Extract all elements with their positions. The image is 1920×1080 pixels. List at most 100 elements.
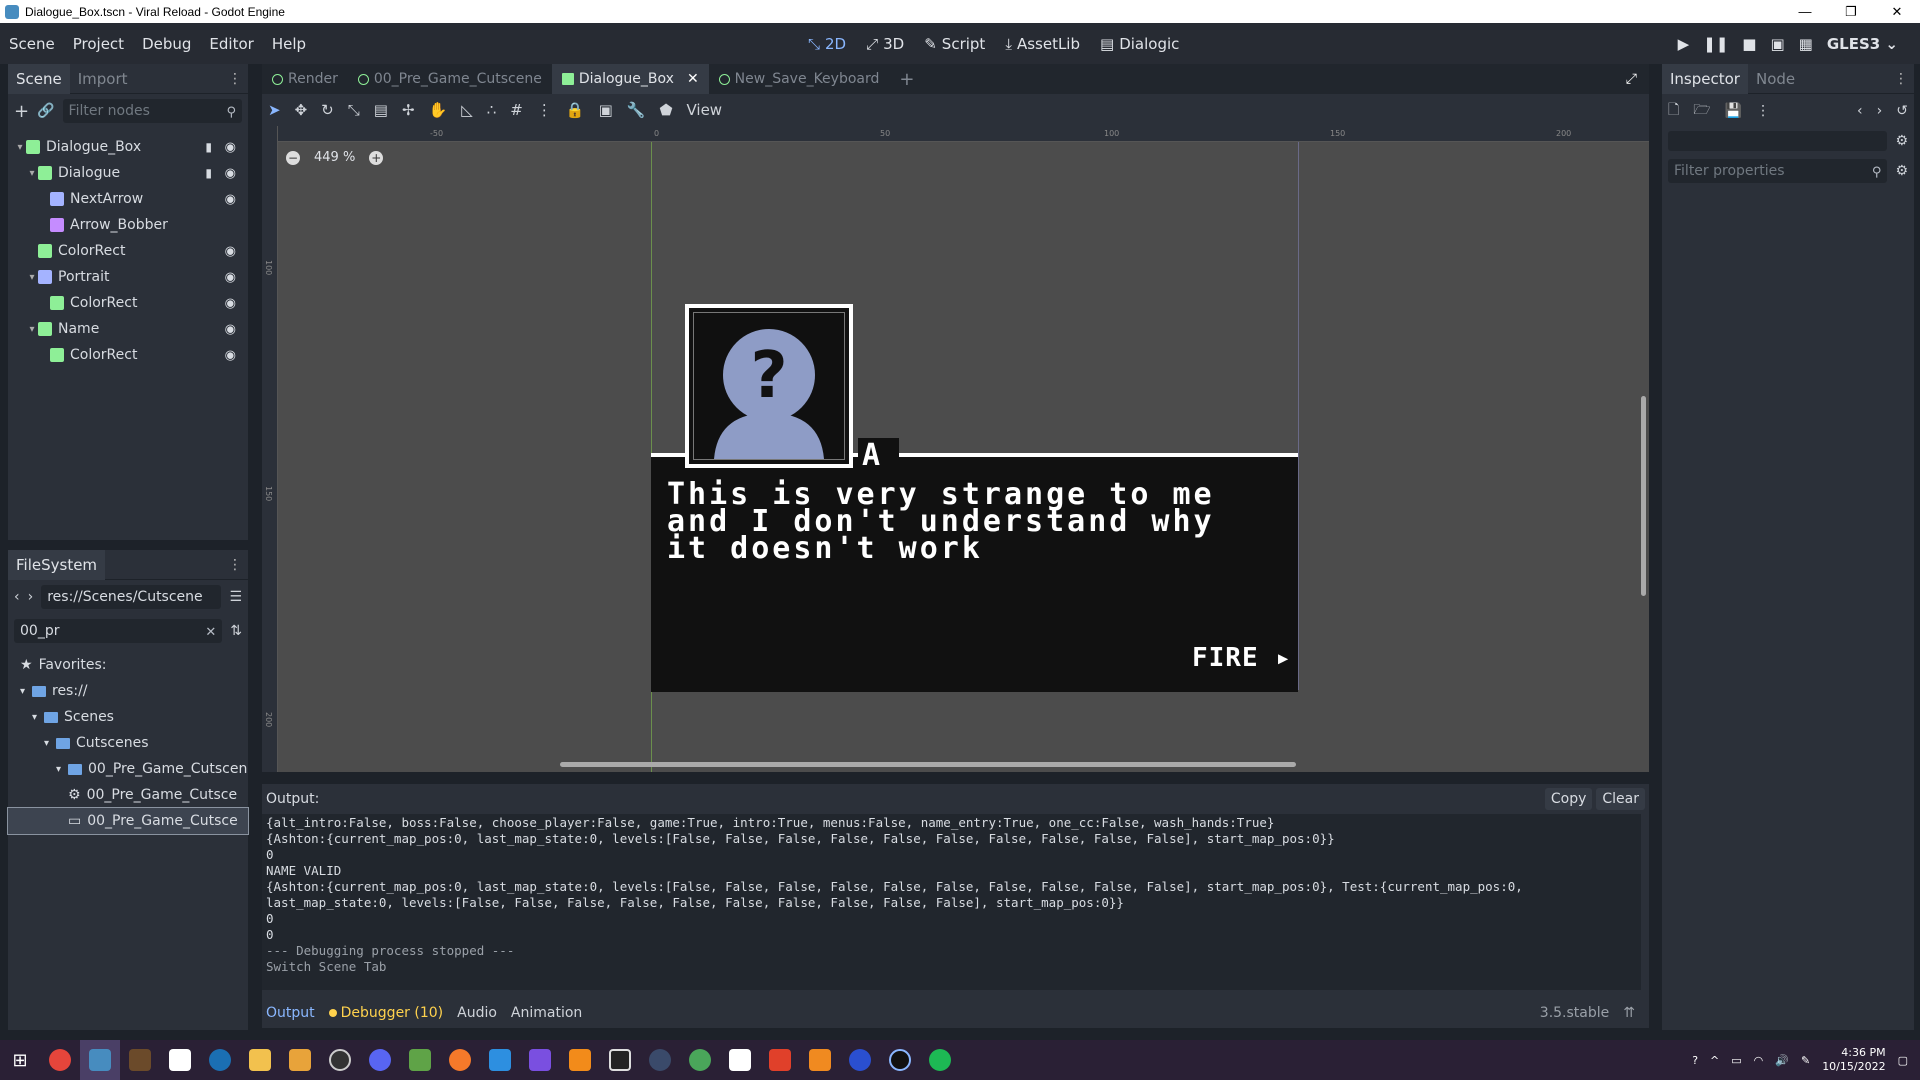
fs-item[interactable]: ▾ res:// (8, 678, 248, 704)
scene-tab-active[interactable]: Dialogue_Box ✕ (551, 64, 709, 94)
rotate-tool-icon[interactable]: ↻ (321, 101, 334, 119)
app-icon[interactable] (520, 1040, 560, 1080)
tab-node[interactable]: Node (1748, 64, 1803, 94)
snap-options-icon[interactable]: ⋮ (537, 101, 552, 119)
link-icon[interactable]: 🔗 (37, 103, 54, 119)
chrome-icon[interactable] (40, 1040, 80, 1080)
visibility-eye-icon[interactable]: ◉ (225, 140, 236, 155)
bottom-tab-output[interactable]: Output (266, 1005, 315, 1021)
visibility-eye-icon[interactable]: ◉ (225, 244, 236, 259)
tray-expand-icon[interactable]: ^ (1710, 1054, 1719, 1067)
pause-icon[interactable]: ❚❚ (1703, 35, 1728, 53)
new-resource-icon[interactable]: 🗋 (1668, 99, 1679, 123)
portrait-frame[interactable]: ? (685, 304, 853, 468)
bottom-tab-animation[interactable]: Animation (511, 1005, 582, 1021)
scene-node[interactable]: ▾ Dialogue_Box ▮ ◉ (8, 134, 248, 160)
fs-item[interactable]: ⚙ 00_Pre_Game_Cutsce (8, 782, 248, 808)
visibility-eye-icon[interactable]: ◉ (225, 192, 236, 207)
paint-icon[interactable] (480, 1040, 520, 1080)
stop-icon[interactable]: ■ (1742, 35, 1756, 53)
close-window-icon[interactable]: ✕ (1874, 4, 1920, 20)
scene-node[interactable]: NextArrow ◉ (8, 186, 248, 212)
main-screen-3d[interactable]: ⤢ 3D (858, 31, 912, 57)
visibility-eye-icon[interactable]: ◉ (225, 270, 236, 285)
app5-icon[interactable] (880, 1040, 920, 1080)
ruler-tool-icon[interactable]: ◺ (461, 101, 473, 119)
camera-icon[interactable]: ⬟ (659, 101, 672, 119)
sublime-icon[interactable] (560, 1040, 600, 1080)
main-screen-2d[interactable]: ⤡ 2D (800, 31, 854, 57)
fs-item[interactable]: ▾ Cutscenes (8, 730, 248, 756)
bottom-tab-debugger[interactable]: Debugger (10) (328, 1005, 443, 1021)
minecraft-icon[interactable] (400, 1040, 440, 1080)
menu-project[interactable]: Project (64, 35, 133, 53)
object-selector[interactable] (1668, 131, 1888, 151)
tab-filesystem[interactable]: FileSystem (8, 549, 106, 580)
scene-node[interactable]: ▾ Portrait ◉ (8, 264, 248, 290)
skeleton-icon[interactable]: 🔧 (627, 101, 646, 119)
explorer-icon[interactable] (240, 1040, 280, 1080)
fs-path-field[interactable]: res://Scenes/Cutscene (41, 585, 222, 609)
main-screen-dialogic[interactable]: ▤ Dialogic (1092, 31, 1187, 57)
aseprite-icon[interactable] (120, 1040, 160, 1080)
new-tab-icon[interactable]: + (889, 64, 924, 94)
file-manager-icon[interactable] (280, 1040, 320, 1080)
menu-debug[interactable]: Debug (133, 35, 200, 53)
sort-icon[interactable]: ⇅ (230, 623, 242, 639)
move-tool-icon[interactable]: ✥ (295, 101, 308, 119)
history-back-icon[interactable]: ‹ (1857, 103, 1863, 119)
tab-inspector[interactable]: Inspector (1662, 63, 1748, 94)
app2-icon[interactable] (640, 1040, 680, 1080)
brave-icon[interactable] (760, 1040, 800, 1080)
zoom-in-icon[interactable]: + (369, 150, 384, 165)
scene-node[interactable]: Arrow_Bobber (8, 212, 248, 238)
object-menu-icon[interactable]: ⚙ (1895, 133, 1908, 149)
wifi-icon[interactable]: ◠ (1754, 1054, 1764, 1067)
group-icon[interactable]: ▣ (599, 101, 613, 119)
copy-button[interactable]: Copy (1544, 788, 1593, 810)
visibility-eye-icon[interactable]: ◉ (225, 322, 236, 337)
volume-icon[interactable]: 🔊 (1775, 1054, 1789, 1067)
bottom-tab-audio[interactable]: Audio (457, 1005, 497, 1021)
close-tab-icon[interactable]: ✕ (687, 71, 699, 87)
list-select-icon[interactable]: ▤ (374, 101, 388, 119)
play-custom-scene-icon[interactable]: ▦ (1799, 35, 1813, 53)
scene-node[interactable]: ColorRect ◉ (8, 238, 248, 264)
visibility-eye-icon[interactable]: ◉ (225, 348, 236, 363)
select-tool-icon[interactable]: ➤ (268, 101, 281, 119)
forward-icon[interactable]: › (28, 589, 34, 605)
menu-scene[interactable]: Scene (0, 35, 64, 53)
menu-help[interactable]: Help (263, 35, 315, 53)
pen-icon[interactable]: ✎ (1801, 1054, 1810, 1067)
zoom-out-icon[interactable]: − (286, 150, 300, 165)
resource-menu-icon[interactable]: ⋮ (1756, 103, 1770, 119)
inspector-settings-icon[interactable]: ⚙ (1895, 163, 1908, 179)
scene-node[interactable]: ▾ Dialogue ▮ ◉ (8, 160, 248, 186)
scene-tab[interactable]: New_Save_Keyboard (709, 64, 890, 94)
pin-panel-icon[interactable]: ⇈ (1623, 1005, 1635, 1021)
scale-tool-icon[interactable]: ⤡ (348, 101, 360, 119)
windows-start-icon[interactable]: ⊞ (0, 1040, 40, 1080)
history-icon[interactable]: ↺ (1896, 103, 1908, 119)
grid-snap-icon[interactable]: # (510, 101, 523, 119)
save-resource-icon[interactable]: 💾 (1725, 103, 1742, 119)
inspector-menu-icon[interactable]: ⋮ (1894, 71, 1908, 87)
clear-icon[interactable]: ✕ (205, 621, 216, 645)
menu-editor[interactable]: Editor (200, 35, 262, 53)
app4-icon[interactable] (840, 1040, 880, 1080)
split-mode-icon[interactable]: ☰ (229, 589, 242, 605)
output-log[interactable]: {alt_intro:False, boss:False, choose_pla… (262, 814, 1641, 990)
help-icon[interactable]: ? (1692, 1054, 1698, 1067)
blender-icon[interactable] (440, 1040, 480, 1080)
distraction-free-icon[interactable]: ⤢ (1626, 71, 1637, 87)
obs-icon[interactable] (320, 1040, 360, 1080)
visibility-eye-icon[interactable]: ◉ (225, 166, 236, 181)
tab-scene[interactable]: Scene (8, 63, 70, 94)
scene-node[interactable]: ColorRect ◉ (8, 290, 248, 316)
script-attached-icon[interactable]: ▮ (205, 140, 212, 154)
play-scene-icon[interactable]: ▣ (1770, 35, 1784, 53)
notion-icon[interactable] (720, 1040, 760, 1080)
clock[interactable]: 4:36 PM 10/15/2022 (1822, 1046, 1885, 1074)
smart-snap-icon[interactable]: ∴ (487, 101, 497, 119)
minimize-icon[interactable]: — (1782, 4, 1828, 20)
